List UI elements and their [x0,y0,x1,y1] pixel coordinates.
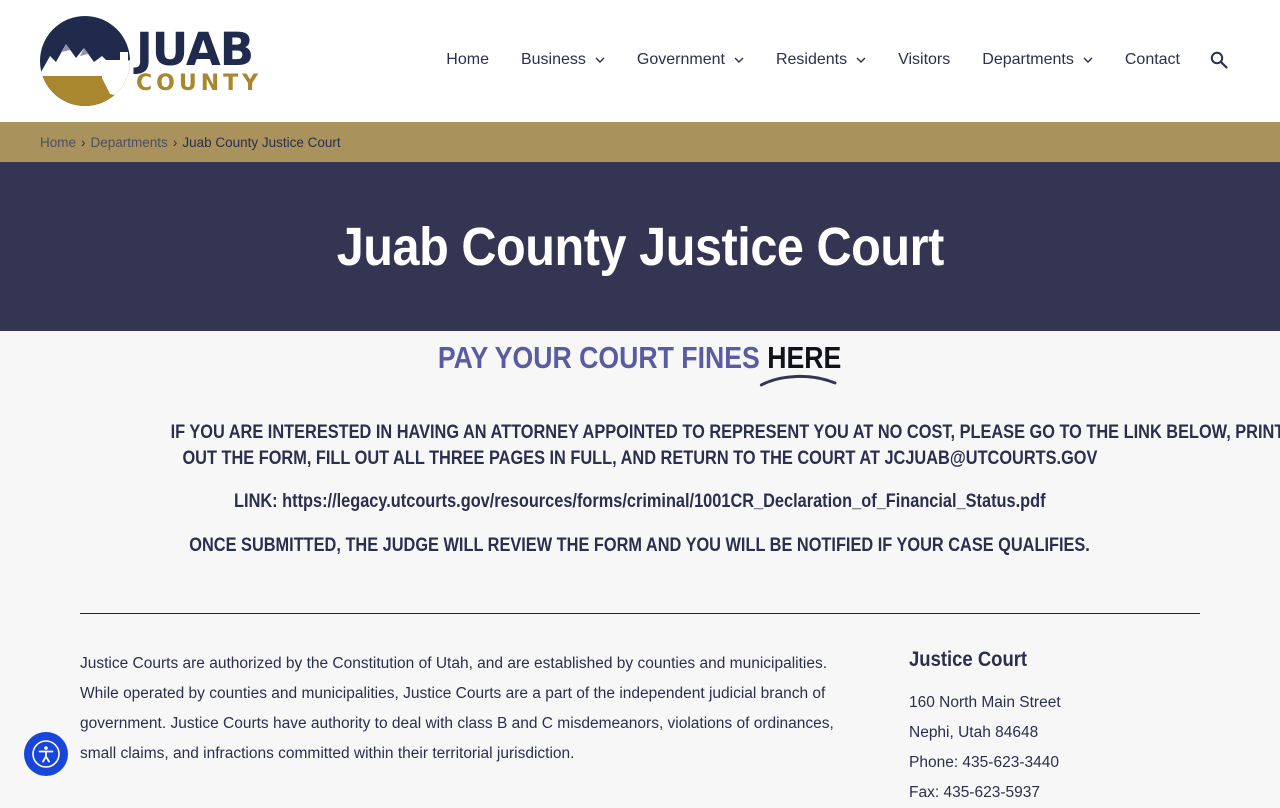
nav-item-home[interactable]: Home [446,51,489,69]
nav-item-label: Departments [982,51,1074,68]
chevron-down-icon [1083,57,1093,63]
nav-item-label: Visitors [898,51,951,68]
nav-item-label: Residents [775,51,848,68]
nav-item-label: Home [446,51,489,68]
breadcrumb-separator: › [172,134,178,150]
logo-wordmark-juab: JUAB [136,23,254,76]
financial-status-form-link[interactable]: https://legacy.utcourts.gov/resources/fo… [282,491,1045,512]
main-navigation: Home Business Government Residents Visit… [446,40,1228,80]
chevron-down-icon [734,57,744,63]
accessibility-button[interactable] [24,732,68,776]
page-title: Juab County Justice Court [336,216,944,277]
underline-swoosh-icon [760,375,837,387]
address-city: Nephi, Utah 84648 [909,724,1039,741]
page-hero: Juab County Justice Court [0,162,1280,331]
chevron-down-icon [595,57,605,63]
sidebar-title-text: Justice Court [909,648,1028,671]
breadcrumb-home-link[interactable]: Home [40,135,76,150]
nav-item-contact[interactable]: Contact [1125,51,1180,69]
form-link-line: LINK: https://legacy.utcourts.gov/resour… [80,489,1200,515]
nav-item-visitors[interactable]: Visitors [898,51,950,69]
address-street: 160 North Main Street [909,694,1061,711]
nav-item-business[interactable]: Business [521,51,605,69]
sidebar-title: Justice Court [909,648,1209,672]
juab-county-logo[interactable]: JUAB COUNTY [40,15,270,107]
breadcrumb-current: Juab County Justice Court [182,134,341,150]
pay-fines-here-link[interactable]: HERE [760,340,842,387]
attorney-notice-line-2: OUT THE FORM, FILL OUT ALL THREE PAGES I… [182,448,1098,469]
section-divider [80,613,1200,614]
fax-number: Fax: 435-623-5937 [909,784,1040,801]
chevron-down-icon [856,57,866,63]
nav-item-residents[interactable]: Residents [776,51,866,69]
site-header: JUAB COUNTY Home Business Government Res… [0,0,1280,122]
nav-item-government[interactable]: Government [637,51,744,69]
nav-item-label: Contact [1124,51,1180,68]
justice-court-description: Justice Courts are authorized by the Con… [80,655,834,762]
logo-wordmark-county: COUNTY [136,71,263,96]
phone-number: Phone: 435-623-3440 [909,754,1059,771]
pay-fines-heading: PAY YOUR COURT FINES HERE [0,340,1280,387]
review-notice: ONCE SUBMITTED, THE JUDGE WILL REVIEW TH… [80,533,1200,559]
county-seal-icon [40,16,130,106]
breadcrumb: Home › Departments › Juab County Justice… [0,122,1280,162]
nav-item-label: Business [520,51,586,68]
attorney-notice-line-1: IF YOU ARE INTERESTED IN HAVING AN ATTOR… [170,422,1280,443]
search-icon[interactable] [1210,51,1228,69]
attorney-notice: IF YOU ARE INTERESTED IN HAVING AN ATTOR… [80,420,1280,472]
accessibility-icon [32,740,60,768]
contact-sidebar: Justice Court 160 North Main Street Neph… [909,648,1209,808]
breadcrumb-separator: › [81,134,86,150]
review-notice-text: ONCE SUBMITTED, THE JUDGE WILL REVIEW TH… [189,535,1091,556]
form-link-label: LINK: [234,491,283,512]
pay-fines-text: PAY YOUR COURT FINES [438,340,768,375]
breadcrumb-departments-link[interactable]: Departments [91,135,168,150]
pay-fines-here-label: HERE [767,340,842,375]
nav-item-departments[interactable]: Departments [982,51,1093,69]
nav-item-label: Government [636,51,725,68]
